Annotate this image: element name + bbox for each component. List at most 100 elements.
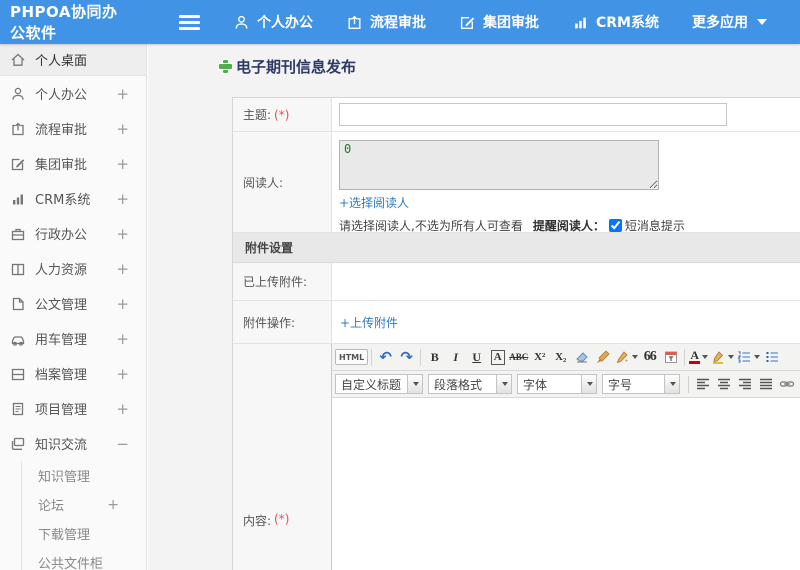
app-logo: PHPOA协同办公软件 — [10, 3, 118, 42]
hamburger-menu-icon[interactable] — [179, 12, 200, 33]
font-size-select[interactable]: 字号 — [602, 374, 680, 394]
sidebar-subitem-public-cabinet[interactable]: 公共文件柜 — [22, 548, 146, 570]
sidebar-item-knowledge-exchange[interactable]: 知识交流 − — [0, 426, 146, 461]
flow-icon — [346, 14, 363, 31]
nav-group-approval[interactable]: 集团审批 — [459, 12, 539, 32]
sidebar-item-document-management[interactable]: 公文管理 + — [0, 286, 146, 321]
ordered-list-icon[interactable] — [736, 347, 761, 367]
readers-label: 阅读人: — [233, 132, 332, 232]
nav-personal-office[interactable]: 个人办公 — [233, 12, 313, 32]
color-pen-icon[interactable] — [614, 347, 639, 367]
html-source-button[interactable]: HTML — [335, 349, 369, 365]
sidebar-item-crm-system[interactable]: CRM系统 + — [0, 181, 146, 216]
unordered-list-icon[interactable] — [762, 347, 781, 367]
eraser-icon[interactable] — [572, 347, 591, 367]
sidebar-item-personal-desktop[interactable]: 个人桌面 — [0, 44, 146, 76]
subject-input[interactable] — [339, 103, 727, 126]
expand-plus[interactable]: + — [116, 190, 146, 208]
highlight-icon[interactable] — [710, 347, 735, 367]
font-box-button[interactable]: A — [490, 349, 505, 365]
sidebar-item-project-management[interactable]: 项目管理 + — [0, 391, 146, 426]
align-justify-icon[interactable] — [756, 374, 775, 394]
sms-notify-label: 短消息提示 — [624, 219, 685, 233]
home-icon — [10, 52, 26, 68]
top-header: PHPOA协同办公软件 个人办公 流程审批 集团审批 CRM系统 更多应用 — [0, 0, 800, 44]
insert-date-icon[interactable] — [661, 347, 680, 367]
select-readers-link[interactable]: +选择阅读人 — [339, 194, 409, 211]
expand-plus[interactable]: + — [116, 155, 146, 173]
nav-crm-system[interactable]: CRM系统 — [572, 12, 659, 32]
chart-icon — [572, 14, 589, 31]
readers-hint: 请选择阅读人,不选为所有人可查看 — [339, 219, 523, 233]
header-nav: 个人办公 流程审批 集团审批 CRM系统 更多应用 — [233, 12, 800, 32]
sidebar-item-admin-office[interactable]: 行政办公 + — [0, 216, 146, 251]
sidebar-item-archive-management[interactable]: 档案管理 + — [0, 356, 146, 391]
sidebar-item-personal-office[interactable]: 个人办公 + — [0, 76, 146, 111]
link-icon[interactable] — [777, 374, 796, 394]
sidebar-item-workflow-approval[interactable]: 流程审批 + — [0, 111, 146, 146]
content-label: 内容: (*) — [233, 344, 332, 570]
expand-plus[interactable]: + — [116, 400, 146, 418]
align-right-icon[interactable] — [735, 374, 754, 394]
readers-hint-line: 请选择阅读人,不选为所有人可查看 提醒阅读人： 短消息提示 — [339, 217, 800, 234]
align-left-icon[interactable] — [693, 374, 712, 394]
expand-plus[interactable]: + — [107, 497, 146, 513]
nav-workflow-approval[interactable]: 流程审批 — [346, 12, 426, 32]
format-brush-icon[interactable] — [593, 347, 612, 367]
expand-plus[interactable]: + — [116, 225, 146, 243]
page-title: 电子期刊信息发布 — [219, 56, 356, 77]
sidebar-subitem-forum[interactable]: 论坛 + — [22, 490, 146, 519]
project-icon — [10, 401, 26, 417]
sidebar-subitem-knowledge-management[interactable]: 知识管理 — [22, 461, 146, 490]
caret-down-icon — [670, 382, 676, 386]
subject-row: 主题: (*) — [233, 98, 800, 132]
undo-icon[interactable]: ↶ — [376, 347, 395, 367]
sidebar-item-group-approval[interactable]: 集团审批 + — [0, 146, 146, 181]
strikethrough-button[interactable]: ABC — [509, 347, 528, 367]
expand-plus[interactable]: + — [116, 365, 146, 383]
user-icon — [233, 14, 250, 31]
nav-label: 流程审批 — [370, 15, 426, 31]
sidebar-item-vehicle-management[interactable]: 用车管理 + — [0, 321, 146, 356]
expand-minus[interactable]: − — [116, 435, 146, 453]
italic-button[interactable]: I — [446, 347, 465, 367]
book-icon — [10, 261, 26, 277]
sms-notify-checkbox[interactable] — [608, 219, 622, 232]
uploaded-attachments-label: 已上传附件: — [233, 263, 332, 300]
nav-more-apps[interactable]: 更多应用 — [692, 12, 767, 32]
content-row: 内容: (*) HTML ↶ ↷ B I U A ABC X² X₂ 66 A … — [233, 344, 800, 570]
paragraph-format-select[interactable]: 段落格式 — [428, 374, 512, 394]
archive-icon — [10, 366, 26, 382]
custom-title-select[interactable]: 自定义标题 — [335, 374, 423, 394]
expand-plus[interactable]: + — [116, 120, 146, 138]
edit-icon — [459, 14, 476, 31]
nav-label: CRM系统 — [596, 15, 659, 31]
superscript-button[interactable]: X² — [530, 347, 549, 367]
redo-icon[interactable]: ↷ — [397, 347, 416, 367]
uploaded-attachments-row: 已上传附件: — [233, 263, 800, 301]
attachment-section-header: 附件设置 — [233, 233, 800, 263]
subscript-button[interactable]: X₂ — [551, 347, 570, 367]
expand-plus[interactable]: + — [116, 295, 146, 313]
editor-content-area[interactable] — [332, 398, 800, 570]
nav-label: 个人办公 — [257, 15, 313, 31]
briefcase-icon — [10, 226, 26, 242]
chart-icon — [10, 191, 26, 207]
document-icon — [10, 296, 26, 312]
align-center-icon[interactable] — [714, 374, 733, 394]
remind-readers-label: 提醒阅读人： — [532, 219, 605, 233]
caret-down-icon — [587, 382, 593, 386]
font-family-select[interactable]: 字体 — [517, 374, 597, 394]
blockquote-button[interactable]: 66 — [640, 347, 659, 367]
sidebar-item-human-resources[interactable]: 人力资源 + — [0, 251, 146, 286]
readers-textarea[interactable]: 0 — [339, 140, 659, 190]
expand-plus[interactable]: + — [116, 85, 146, 103]
sidebar-subitem-download-management[interactable]: 下载管理 — [22, 519, 146, 548]
upload-attachment-link[interactable]: +上传附件 — [340, 314, 398, 331]
expand-plus[interactable]: + — [116, 330, 146, 348]
font-color-button[interactable]: A — [689, 349, 701, 364]
sidebar: 个人桌面 个人办公 + 流程审批 + 集团审批 + CRM系统 + 行政办公 +… — [0, 44, 147, 570]
underline-button[interactable]: U — [467, 347, 486, 367]
expand-plus[interactable]: + — [116, 260, 146, 278]
bold-button[interactable]: B — [425, 347, 444, 367]
